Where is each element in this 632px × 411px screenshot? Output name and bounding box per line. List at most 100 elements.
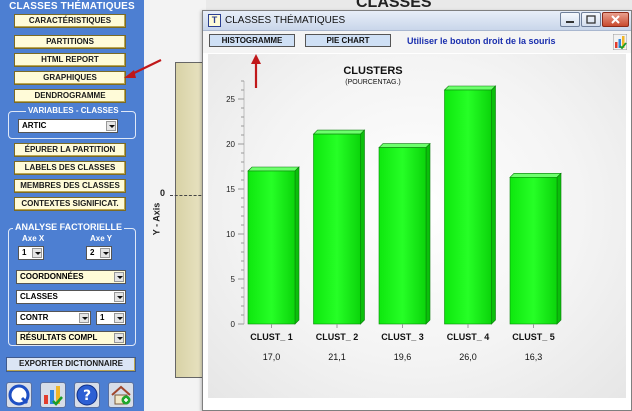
background-axis-label: Y - Axis [151,202,162,236]
graphiques-button[interactable]: GRAPHIQUES [14,71,126,85]
bar-chart: CLUSTERS (POURCENTAG.) 0 5 10 15 20 25 CLUST_… [226,65,562,362]
contextes-significatifs-button[interactable]: CONTEXTES SIGNIFICAT. [14,197,126,211]
bar [247,170,296,325]
contr-number-select[interactable]: 1 [96,311,126,325]
data-label: 17,0 [263,352,281,362]
close-icon [611,15,620,24]
data-label: 21,1 [328,352,346,362]
chevron-down-icon [100,248,110,258]
chart-settings-icon[interactable] [613,34,627,50]
maximize-icon [586,15,596,24]
close-button[interactable] [602,12,629,27]
bar-top [378,143,431,148]
chart-icon[interactable] [40,382,66,408]
y-tick-label: 15 [226,185,235,194]
chevron-down-icon [114,292,124,302]
y-tick-label: 5 [231,275,236,284]
dendrogramme-button[interactable]: DENDROGRAMME [14,89,126,103]
tab-histogramme[interactable]: HISTOGRAMME [209,34,295,47]
labels-classes-button[interactable]: LABELS DES CLASSES [14,161,126,175]
axe-x-label: Axe X [20,234,47,243]
sidebar-heading: CLASSES THÉMATIQUES [9,1,135,12]
value-labels: 17,0 21,1 19,6 26,0 16,3 [263,352,543,362]
help-icon[interactable]: ? [74,382,100,408]
contr-number-value: 1 [100,313,105,322]
svg-text:?: ? [83,388,91,404]
window-title: CLASSES THÉMATIQUES [225,15,346,26]
results-select[interactable]: RÉSULTATS COMPL [16,331,126,345]
bar-side [360,129,365,325]
axe-y-value: 2 [90,248,95,257]
data-label: 26,0 [459,352,477,362]
coordinates-select-value: COORDONNÉES [20,272,84,281]
axe-x-value: 1 [22,248,27,257]
axe-y-select[interactable]: 2 [86,246,112,260]
epurer-partition-button[interactable]: ÉPURER LA PARTITION [14,143,126,157]
chevron-down-icon [114,272,124,282]
bar [444,89,492,325]
classes-select[interactable]: CLASSES [16,290,126,304]
bar-side [491,85,496,325]
x-tick-label: CLUST_ 3 [381,332,424,342]
contr-select[interactable]: CONTR [16,311,91,325]
html-report-button[interactable]: HTML REPORT [14,53,126,67]
bar [378,147,427,325]
chevron-down-icon [79,313,89,323]
x-tick-label: CLUST_ 2 [316,332,359,342]
data-label: 19,6 [394,352,412,362]
axe-y-label: Axe Y [88,234,115,243]
bar-top [312,129,366,135]
bar [509,177,558,325]
export-dictionary-button[interactable]: EXPORTER DICTIONNAIRE [6,357,136,372]
chevron-down-icon [106,121,116,131]
contr-select-value: CONTR [20,313,49,322]
coordinates-select[interactable]: COORDONNÉES [16,270,126,284]
background-dashed-line [170,195,206,196]
y-axis: 0 5 10 15 20 25 [226,80,245,329]
partitions-button[interactable]: PARTITIONS [14,35,126,49]
bar-side [556,172,562,325]
tab-pie-chart[interactable]: PIE CHART [305,34,391,47]
bar [313,133,361,325]
minimize-icon [566,21,574,23]
window-toolbar: HISTOGRAMME PIE CHART Utiliser le bouton… [203,31,631,53]
y-tick-label: 10 [226,230,235,239]
classes-select-value: CLASSES [20,292,58,301]
x-tick-label: CLUST_ 5 [512,332,555,342]
chevron-down-icon [114,333,124,343]
results-select-value: RÉSULTATS COMPL [20,333,98,342]
bars [247,85,562,328]
chevron-down-icon [32,248,42,258]
quit-icon[interactable] [6,382,32,408]
sidebar: CLASSES THÉMATIQUES CARACTÉRISTIQUES PAR… [0,0,144,411]
home-icon[interactable] [108,382,134,408]
axe-x-select[interactable]: 1 [18,246,44,260]
bar-top [247,166,300,172]
y-tick-label: 25 [226,95,235,104]
variable-select-value: ARTIC [22,121,47,130]
caracteristiques-button[interactable]: CARACTÉRISTIQUES [14,14,126,28]
data-label: 16,3 [525,352,543,362]
background-chart-area: Y - Axis 0 [144,0,215,411]
x-tick-label: CLUST_ 1 [250,332,293,342]
right-click-hint: Utiliser le bouton droit de la souris [407,36,556,46]
y-tick-label: 20 [226,140,235,149]
window-titlebar[interactable]: T CLASSES THÉMATIQUES [203,11,631,31]
membres-classes-button[interactable]: MEMBRES DES CLASSES [14,179,126,193]
bar-top [509,173,562,178]
classes-thematiques-window: T CLASSES THÉMATIQUES HISTOGRAMME PIE CH… [202,10,632,411]
chevron-down-icon [114,313,124,323]
x-axis-labels: CLUST_ 1 CLUST_ 2 CLUST_ 3 CLUST_ 4 CLUST_ 5 [250,332,555,342]
x-tick-label: CLUST_ 4 [447,332,490,342]
variable-select[interactable]: ARTIC [18,119,118,133]
background-axis-tick: 0 [160,188,166,198]
bar-side [425,142,431,325]
app-icon: T [208,14,221,27]
minimize-button[interactable] [560,12,580,27]
chart-subtitle: (POURCENTAG.) [345,79,400,86]
chart-area[interactable]: CLUSTERS (POURCENTAG.) 0 5 10 15 20 25 CLUST_… [208,54,626,398]
maximize-button[interactable] [581,12,601,27]
variables-heading: VARIABLES - CLASSES [26,106,121,115]
analysis-heading: ANALYSE FACTORIELLE [13,222,125,232]
y-tick-label: 0 [231,320,236,329]
